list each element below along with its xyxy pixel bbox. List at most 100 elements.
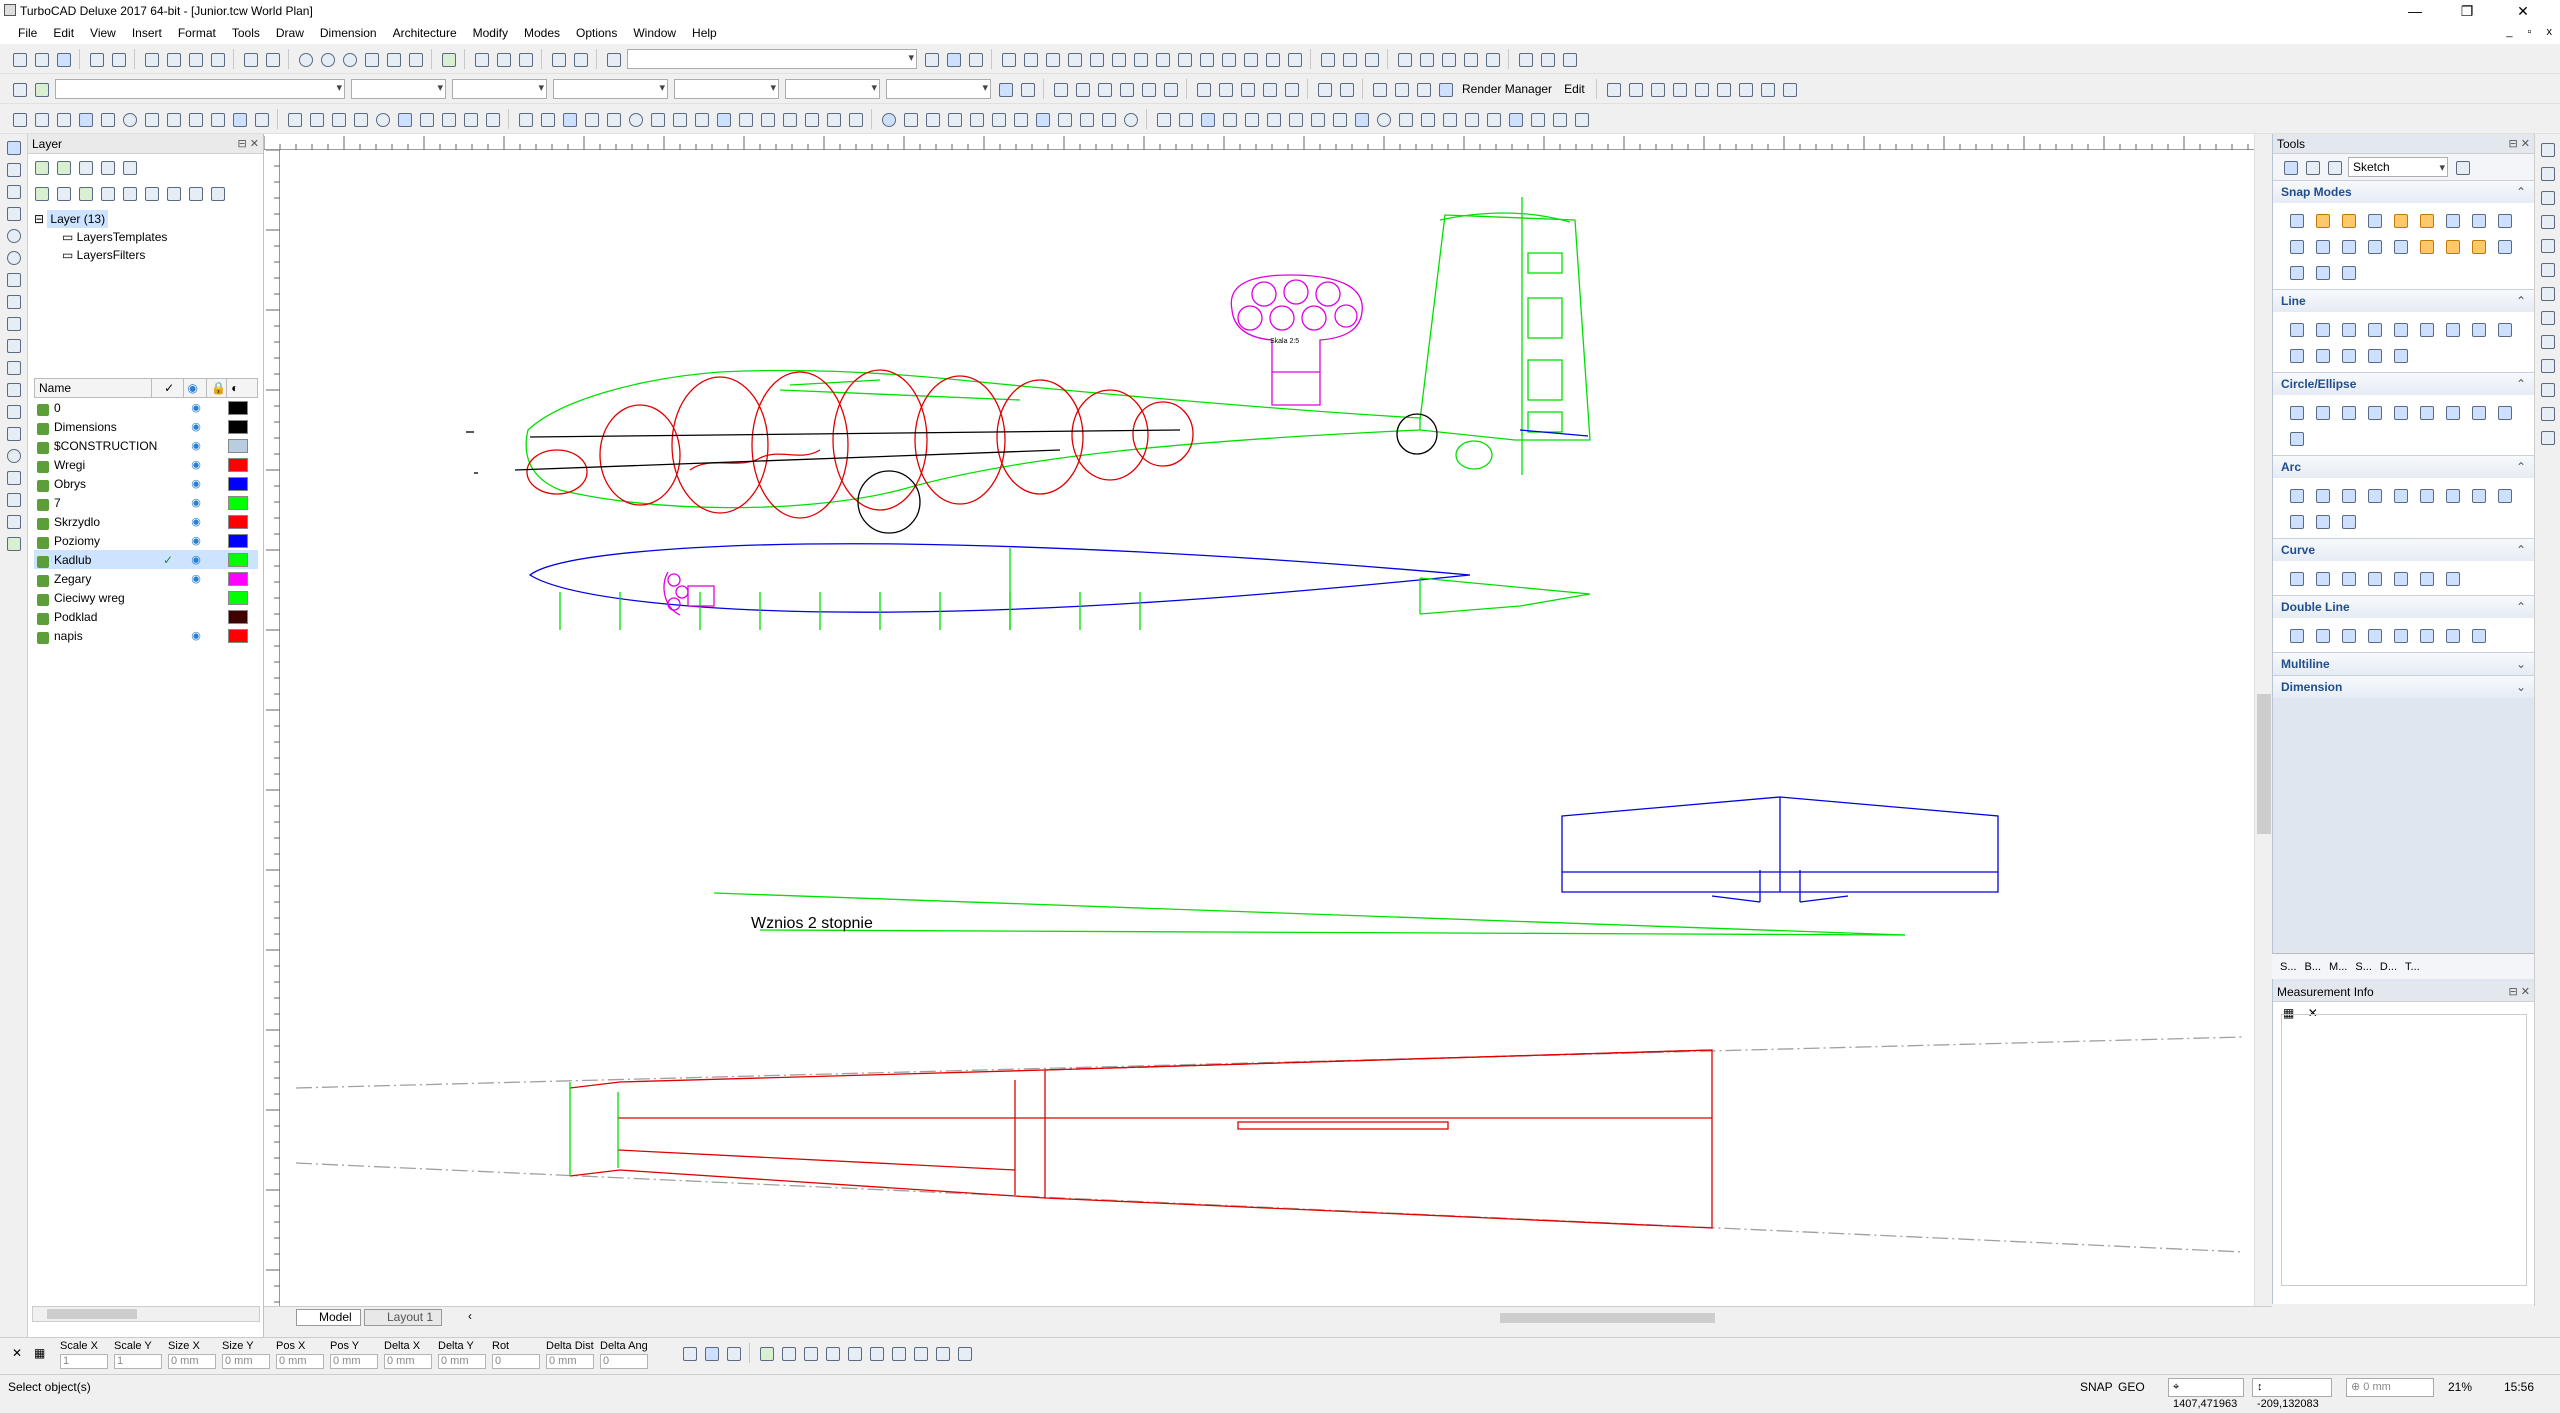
snap-o-icon[interactable] — [1462, 110, 1480, 128]
layer-color-swatch[interactable] — [228, 400, 248, 415]
inspector-table-icon[interactable]: ▦ — [34, 1346, 45, 1360]
snap-drawing-aid-icon[interactable] — [1219, 50, 1237, 68]
snap-intersection-icon[interactable] — [1109, 50, 1127, 68]
arc-tool-icon[interactable] — [2469, 486, 2487, 504]
snap-extension-icon[interactable] — [1241, 50, 1259, 68]
layer-visibility-icon[interactable]: ◉ — [184, 534, 208, 547]
layer-color-swatch[interactable] — [228, 438, 248, 453]
hidden-line-icon[interactable] — [1073, 80, 1091, 98]
snap-line-icon[interactable] — [999, 50, 1017, 68]
circle-ellipse-tool-icon[interactable] — [2313, 403, 2331, 421]
cut-icon[interactable] — [824, 110, 842, 128]
set-current-icon[interactable] — [76, 184, 94, 202]
select-mode-icon[interactable] — [2281, 158, 2299, 176]
inspector-select-icon[interactable] — [702, 1344, 720, 1362]
render-manager-button[interactable]: Render Manager — [1462, 82, 1552, 96]
menu-draw[interactable]: Draw — [268, 22, 312, 44]
light-icon[interactable] — [1216, 80, 1234, 98]
palette-tool-icon[interactable] — [2538, 164, 2556, 182]
snap-f-icon[interactable] — [1264, 110, 1282, 128]
tool-section-title[interactable]: Curve — [2281, 543, 2315, 557]
layer-row[interactable]: Kadlub ✓ ◉ — [34, 550, 258, 569]
curve-tool-icon[interactable] — [2417, 569, 2435, 587]
blocks-icon[interactable] — [1538, 50, 1556, 68]
snap-modes-tool-icon[interactable] — [2339, 211, 2357, 229]
inspector-move-icon[interactable] — [724, 1344, 742, 1362]
layer-tree-root-label[interactable]: Layer (13) — [47, 210, 109, 228]
viewport-icon[interactable] — [351, 110, 369, 128]
layer-row[interactable]: Zegary ◉ — [34, 569, 258, 588]
app-icon[interactable] — [4, 4, 16, 16]
line-tool-icon[interactable] — [2287, 346, 2305, 364]
layer-color-swatch[interactable] — [228, 476, 248, 491]
dihedral-annotation[interactable]: Wznios 2 stopnie — [751, 915, 873, 932]
layer-visibility-icon[interactable]: ◉ — [184, 477, 208, 490]
render-manager-icon[interactable] — [1436, 80, 1454, 98]
loft-icon[interactable] — [1033, 110, 1051, 128]
circle-ellipse-tool-icon[interactable] — [2287, 403, 2305, 421]
layer-icon[interactable] — [32, 80, 50, 98]
layer-color-swatch[interactable] — [228, 628, 248, 643]
fillet-icon[interactable] — [461, 110, 479, 128]
copy-icon[interactable] — [714, 110, 732, 128]
mode-combo-value[interactable]: Sketch — [2353, 160, 2390, 174]
layer-row[interactable]: Skrzydlo ◉ — [34, 512, 258, 531]
edit-button[interactable]: Edit — [1564, 82, 1585, 96]
arc-tool-icon[interactable] — [2417, 486, 2435, 504]
layer-row[interactable]: 0 ◉ — [34, 398, 258, 417]
tab-layout-1[interactable]: Layout 1 — [364, 1309, 443, 1326]
command-combo[interactable] — [627, 49, 917, 69]
inspector-field-input[interactable]: 0 — [492, 1354, 540, 1369]
layers-palette-icon[interactable] — [2538, 380, 2556, 398]
layer-color-swatch[interactable] — [228, 590, 248, 605]
plugin3-icon[interactable] — [1780, 80, 1798, 98]
arc-tool-icon[interactable] — [2287, 486, 2305, 504]
inspector-tool-icon[interactable] — [680, 1344, 698, 1362]
snap-r-icon[interactable] — [1528, 110, 1546, 128]
layer-color-swatch[interactable] — [228, 571, 248, 586]
verify-icon[interactable] — [1626, 80, 1644, 98]
snap-quadrant-icon[interactable] — [1087, 50, 1105, 68]
insert-block-icon[interactable] — [604, 50, 622, 68]
join-icon[interactable] — [582, 110, 600, 128]
double-line-tool-icon[interactable] — [2417, 626, 2435, 644]
menu-view[interactable]: View — [82, 22, 124, 44]
curve-tool-icon[interactable] — [2313, 569, 2331, 587]
print-icon[interactable] — [87, 50, 105, 68]
snap-tangent-icon[interactable] — [1153, 50, 1171, 68]
snap-nearest-icon[interactable] — [1175, 50, 1193, 68]
snap-g-icon[interactable] — [1286, 110, 1304, 128]
pin-icon[interactable] — [2538, 140, 2556, 158]
workplane-face-icon[interactable] — [1439, 50, 1457, 68]
vertex-icon[interactable] — [945, 110, 963, 128]
extrude-icon[interactable] — [1099, 110, 1117, 128]
polyline-tool-icon[interactable] — [4, 182, 22, 200]
mode-combo[interactable]: Sketch — [2348, 157, 2448, 177]
double-line-tool-icon[interactable] — [2287, 626, 2305, 644]
point-icon[interactable] — [10, 110, 28, 128]
curve-tool-icon[interactable] — [2391, 569, 2409, 587]
delete-layer-icon[interactable] — [54, 184, 72, 202]
expand-chevron-icon[interactable]: ⌄ — [2516, 676, 2526, 698]
snap-offset-icon[interactable] — [1285, 50, 1303, 68]
layer-visibility-icon[interactable] — [142, 184, 160, 202]
minimize-button[interactable]: — — [2392, 0, 2438, 22]
architecture-tool-icon[interactable] — [4, 468, 22, 486]
copy-icon[interactable] — [164, 50, 182, 68]
workplane-icon[interactable] — [1395, 50, 1413, 68]
line-tool-icon[interactable] — [2469, 320, 2487, 338]
arc-tool-icon[interactable] — [2287, 512, 2305, 530]
fuselage-top-view[interactable] — [528, 543, 1591, 630]
explode-icon[interactable] — [604, 110, 622, 128]
snap-n-icon[interactable] — [1440, 110, 1458, 128]
curve-tool-icon[interactable] — [4, 270, 22, 288]
double-line-tool-icon[interactable] — [2365, 626, 2383, 644]
layer-states-icon[interactable] — [120, 184, 138, 202]
inspector-cancel-icon[interactable] — [955, 1344, 973, 1362]
arc-tool-icon[interactable] — [2313, 486, 2331, 504]
palette-tab[interactable]: M... — [2329, 961, 2347, 973]
inspector-track-icon[interactable] — [845, 1344, 863, 1362]
snap-h-icon[interactable] — [1308, 110, 1326, 128]
snap-j-icon[interactable] — [1352, 110, 1370, 128]
line-tool-icon[interactable] — [2391, 346, 2409, 364]
